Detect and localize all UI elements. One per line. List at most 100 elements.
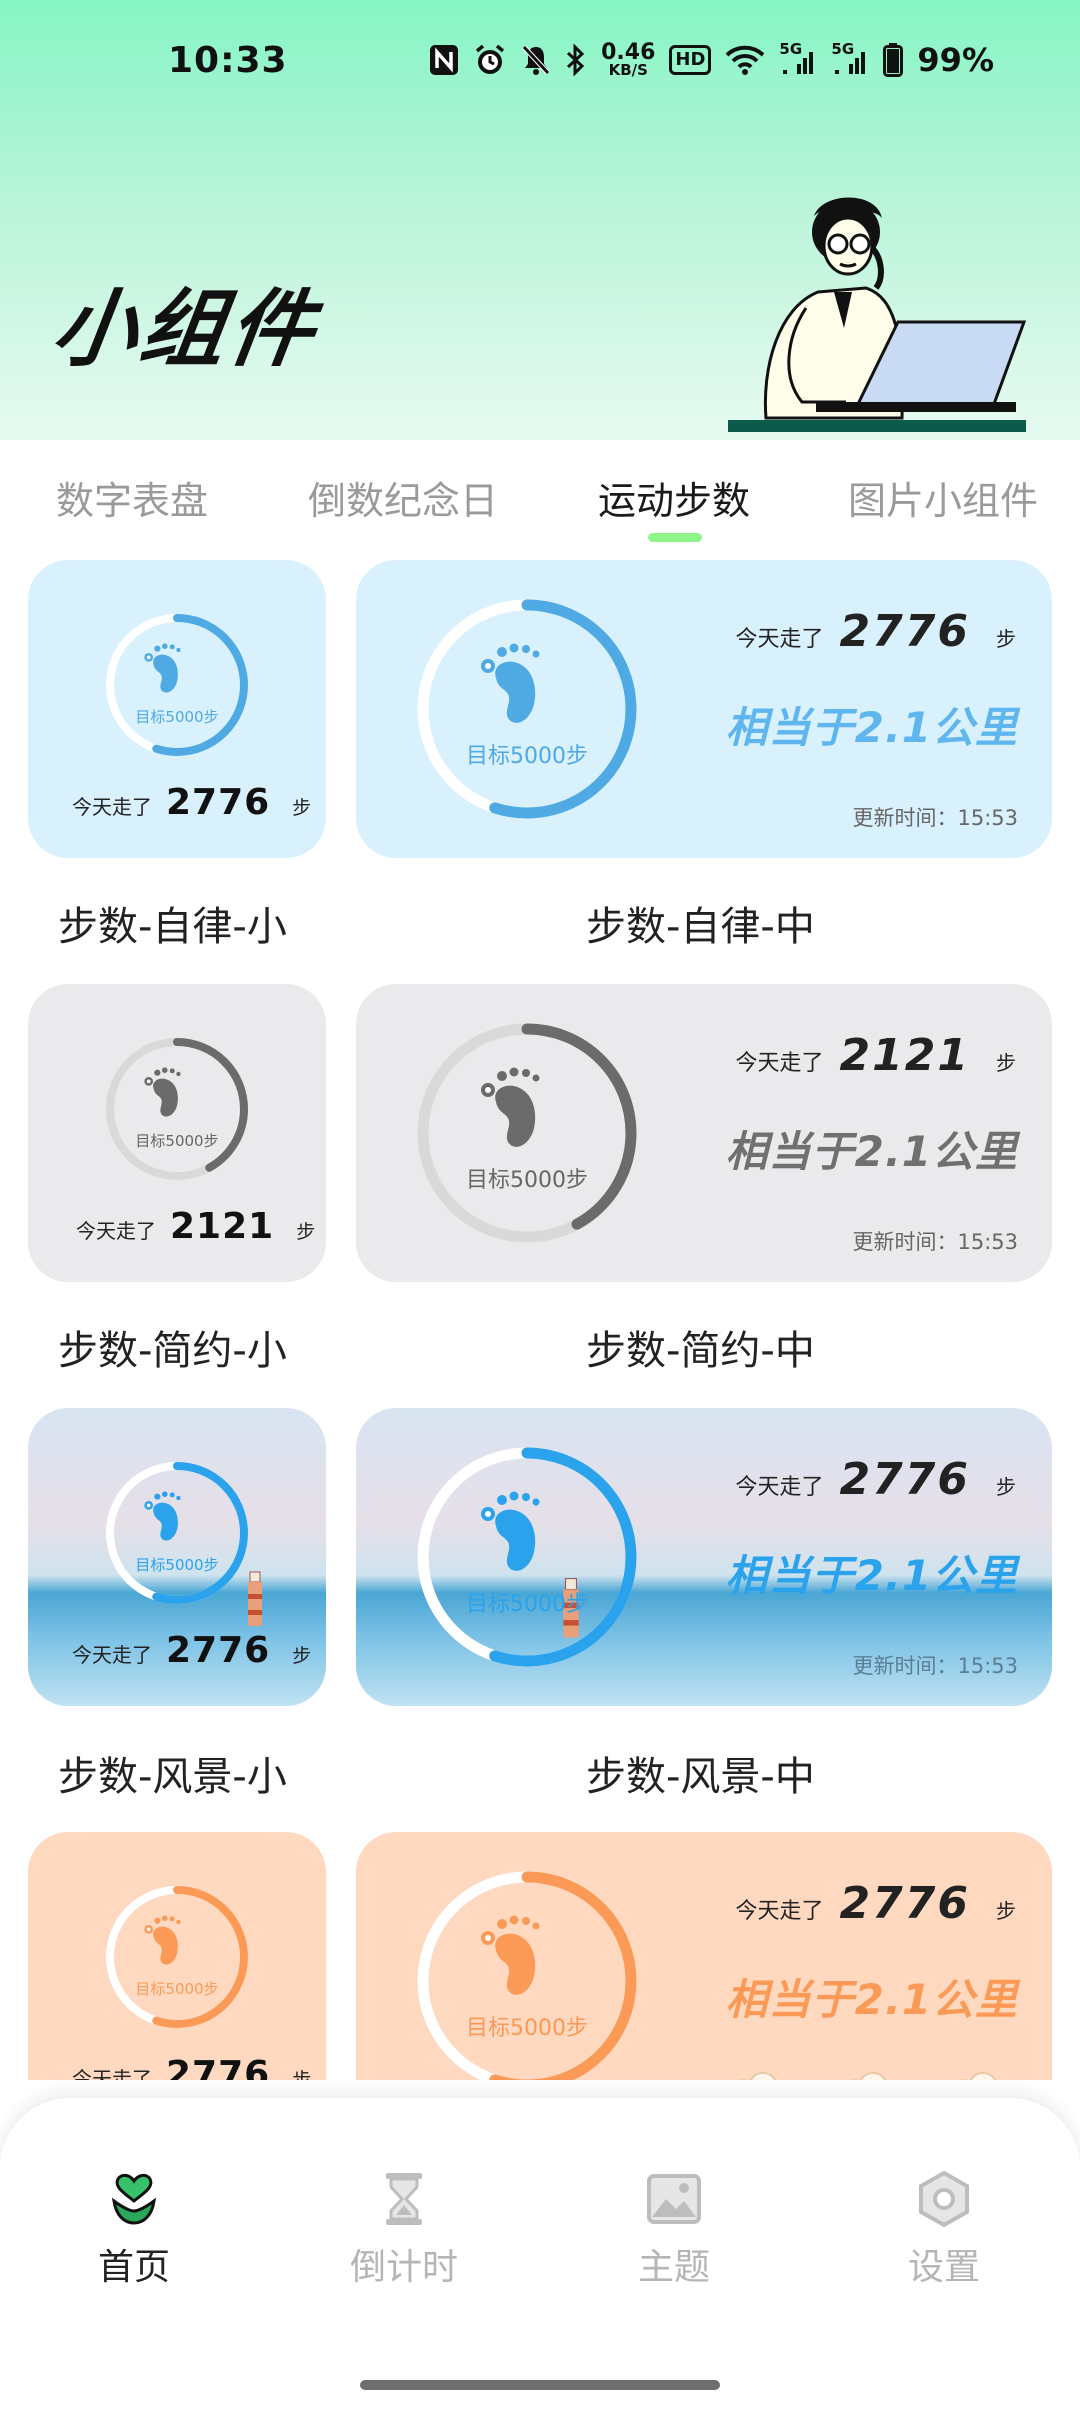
- nav-label: 首页: [97, 2247, 170, 2288]
- nav-theme[interactable]: 主题: [594, 2168, 754, 2290]
- distance-label: 相当于2.1公里: [725, 1975, 1018, 2024]
- steps-line: 今天走了 2121 步: [76, 1206, 315, 1247]
- nav-countdown[interactable]: 倒计时: [324, 2168, 484, 2290]
- steps-line: 今天走了 2776 步: [72, 2054, 311, 2080]
- header: 10:33 0.46 KB/S HD 5G 5G 99% 小组件: [0, 0, 1080, 440]
- tab-indicator: [648, 533, 702, 542]
- update-time: 更新时间：15:53: [852, 1654, 1018, 1678]
- footprint-icon: [474, 1486, 546, 1582]
- steps-prefix: 今天走了: [735, 1475, 824, 1500]
- nav-label: 设置: [907, 2247, 980, 2288]
- goal-label: 目标5000步: [135, 1556, 219, 1574]
- goal-label: 目标5000步: [135, 708, 219, 726]
- status-time: 10:33: [168, 40, 288, 81]
- steps-value: 2776: [166, 1630, 271, 1671]
- signal-5g-label-2: 5G: [831, 40, 855, 58]
- steps-line: 今天走了 2776 步: [736, 606, 1016, 657]
- widget-name-small: 步数-自律-小: [58, 904, 287, 950]
- image-icon: [594, 2168, 754, 2230]
- steps-prefix: 今天走了: [72, 2067, 152, 2080]
- steps-unit: 步: [292, 1645, 312, 1667]
- bluetooth-icon: [565, 40, 587, 80]
- nav-label: 倒计时: [349, 2247, 458, 2288]
- steps-value: 2121: [839, 1030, 970, 1081]
- footprint-icon: [140, 1064, 185, 1125]
- cloud-decoration: [739, 2072, 997, 2080]
- settings-hexagon-icon: [864, 2168, 1024, 2230]
- widget-medium-gray[interactable]: 目标5000步 今天走了 2121 步 相当于2.1公里 更新时间：15:53: [356, 984, 1052, 1282]
- goal-label: 目标5000步: [135, 1132, 219, 1150]
- steps-prefix: 今天走了: [735, 627, 824, 652]
- steps-unit: 步: [996, 1475, 1016, 1499]
- steps-unit: 步: [296, 1221, 316, 1243]
- steps-line: 今天走了 2776 步: [736, 1454, 1016, 1505]
- person-laptop-illustration: [728, 197, 1027, 432]
- goal-label: 目标5000步: [135, 1980, 219, 1998]
- goal-label: 目标5000步: [466, 744, 588, 769]
- tab-digital-dial[interactable]: 数字表盘: [56, 470, 208, 525]
- battery-percent: 99%: [917, 41, 994, 79]
- tab-photo-widget[interactable]: 图片小组件: [848, 470, 1038, 525]
- widget-name-small: 步数-简约-小: [58, 1328, 287, 1374]
- steps-unit: 步: [996, 1051, 1016, 1075]
- nav-label: 主题: [637, 2247, 710, 2288]
- hourglass-icon: [324, 2168, 484, 2230]
- speed-unit: KB/S: [608, 60, 648, 79]
- distance-label: 相当于2.1公里: [725, 703, 1018, 752]
- status-icons: 0.46 KB/S HD 5G 5G 99%: [429, 40, 994, 80]
- distance-label: 相当于2.1公里: [725, 1127, 1018, 1176]
- tab-countdown-anniversary[interactable]: 倒数纪念日: [308, 470, 498, 525]
- widget-name-medium: 步数-自律-中: [586, 904, 815, 950]
- steps-line: 今天走了 2776 步: [72, 782, 311, 823]
- steps-value: 2776: [839, 1878, 970, 1929]
- steps-unit: 步: [292, 2069, 312, 2080]
- nav-settings[interactable]: 设置: [864, 2168, 1024, 2290]
- distance-label: 相当于2.1公里: [725, 1551, 1018, 1600]
- widget-medium-scenery[interactable]: 目标5000步 今天走了 2776 步 相当于2.1公里 更新时间：15:53: [356, 1408, 1052, 1706]
- widget-name-medium: 步数-简约-中: [586, 1328, 815, 1374]
- footprint-icon: [474, 638, 546, 734]
- page-title: 小组件: [46, 280, 324, 378]
- widget-small-blue[interactable]: 目标5000步 今天走了 2776 步: [28, 560, 326, 858]
- hd-voice-badge: HD: [669, 45, 712, 75]
- status-bar: 10:33 0.46 KB/S HD 5G 5G 99%: [0, 36, 1080, 92]
- speed-value: 0.46: [601, 39, 656, 65]
- footprint-icon: [140, 640, 185, 701]
- widget-name-medium: 步数-风景-中: [586, 1754, 815, 1800]
- steps-value: 2776: [166, 2054, 271, 2080]
- steps-prefix: 今天走了: [72, 795, 152, 819]
- steps-line: 今天走了 2776 步: [736, 1878, 1016, 1929]
- steps-unit: 步: [996, 627, 1016, 651]
- tab-step-count[interactable]: 运动步数: [598, 470, 750, 525]
- goal-label: 目标5000步: [466, 1168, 588, 1193]
- steps-unit: 步: [996, 1899, 1016, 1923]
- steps-line: 今天走了 2121 步: [736, 1030, 1016, 1081]
- widget-medium-orange[interactable]: 目标5000步 今天走了 2776 步 相当于2.1公里: [356, 1832, 1052, 2080]
- home-heart-icon: [54, 2168, 214, 2230]
- footprint-icon: [474, 1062, 546, 1158]
- bottom-navigation: 首页 倒计时 主题 设置: [0, 2098, 1080, 2412]
- category-tabs: 数字表盘 倒数纪念日 运动步数 图片小组件: [0, 440, 1080, 550]
- footprint-icon: [140, 1912, 185, 1973]
- goal-label: 目标5000步: [466, 2016, 588, 2041]
- update-time: 更新时间：15:53: [852, 1230, 1018, 1254]
- steps-unit: 步: [292, 797, 312, 819]
- nav-home[interactable]: 首页: [54, 2168, 214, 2290]
- goal-label: 目标5000步: [466, 1592, 588, 1617]
- widget-medium-blue[interactable]: 目标5000步 今天走了 2776 步 相当于2.1公里 更新时间：15:53: [356, 560, 1052, 858]
- steps-prefix: 今天走了: [76, 1219, 156, 1243]
- footprint-icon: [474, 1910, 546, 2006]
- signal-5g-icon-2: 5G: [831, 40, 869, 80]
- steps-prefix: 今天走了: [735, 1051, 824, 1076]
- steps-value: 2121: [170, 1206, 275, 1247]
- update-time: 更新时间：15:53: [852, 806, 1018, 830]
- nfc-icon: [429, 40, 459, 80]
- alarm-icon: [473, 40, 507, 80]
- signal-5g-icon-1: 5G: [779, 40, 817, 80]
- widget-small-gray[interactable]: 目标5000步 今天走了 2121 步: [28, 984, 326, 1282]
- steps-value: 2776: [166, 782, 271, 823]
- widget-small-scenery[interactable]: 目标5000步 今天走了 2776 步: [28, 1408, 326, 1706]
- widget-small-orange[interactable]: 目标5000步 今天走了 2776 步: [28, 1832, 326, 2080]
- home-indicator[interactable]: [360, 2380, 720, 2390]
- widget-name-small: 步数-风景-小: [58, 1754, 287, 1800]
